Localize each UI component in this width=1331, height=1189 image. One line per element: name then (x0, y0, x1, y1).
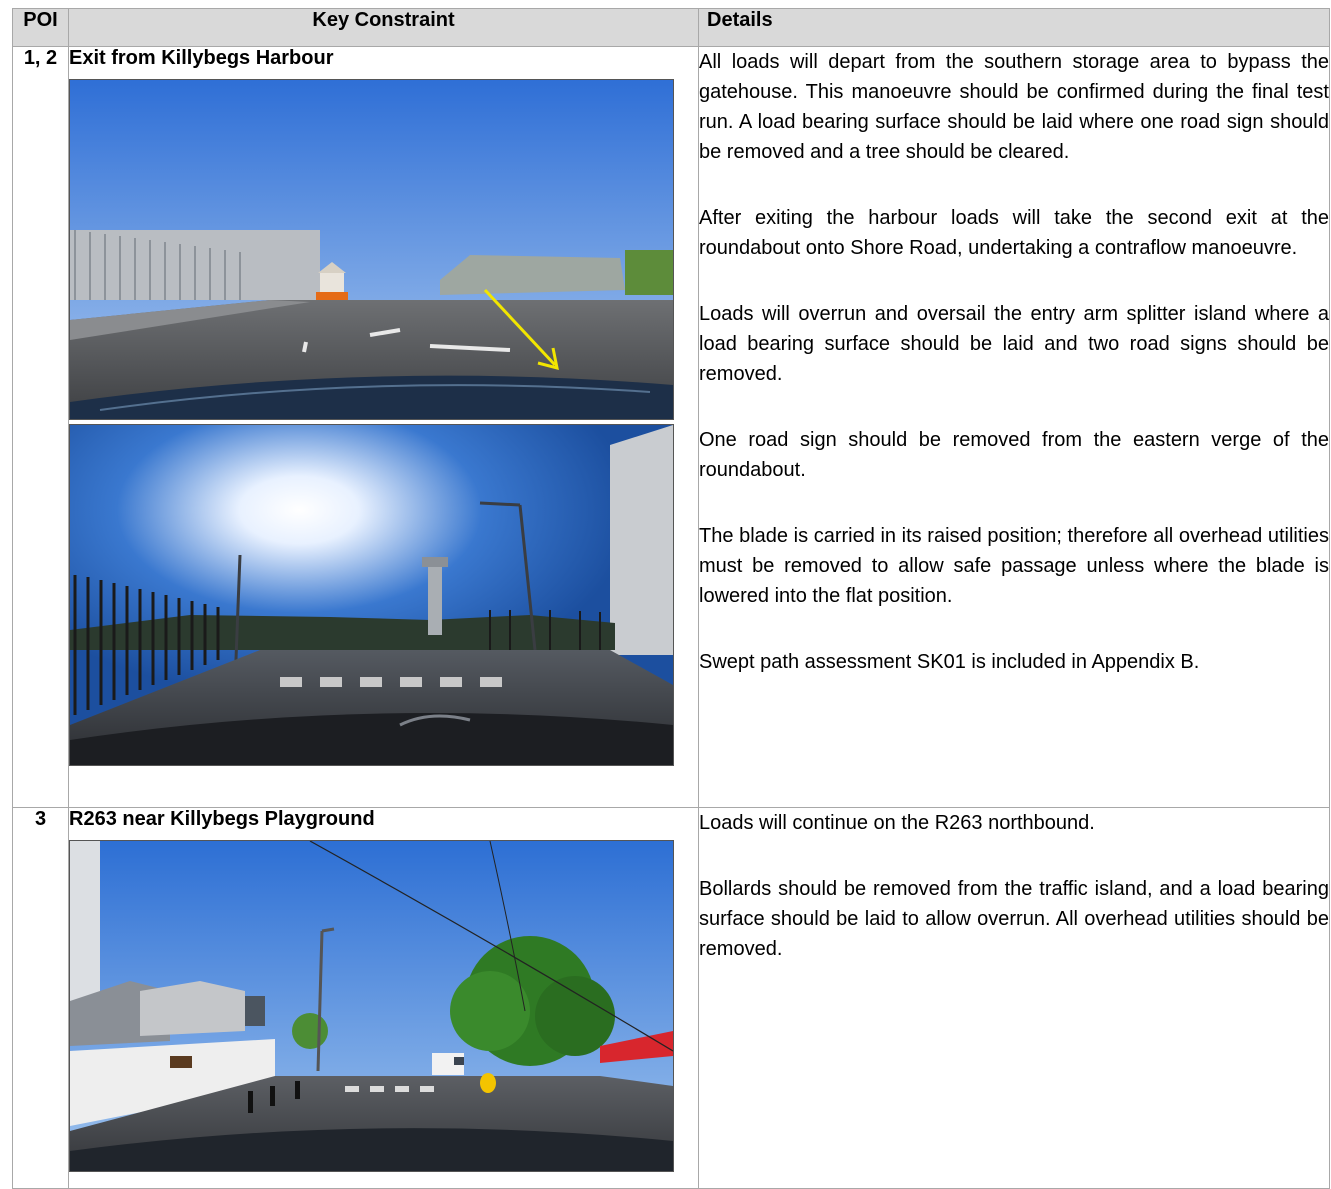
details-cell: All loads will depart from the southern … (698, 46, 1330, 808)
header-details: Details (698, 8, 1330, 47)
header-row: POI Key Constraint Details (12, 8, 1330, 47)
poi-number: 3 (12, 807, 69, 1189)
poi-number: 1, 2 (12, 46, 69, 808)
details-paragraph: The blade is carried in its raised posit… (699, 525, 1329, 607)
details-paragraph: All loads will depart from the southern … (699, 51, 1329, 163)
constraint-title: Exit from Killybegs Harbour (69, 47, 334, 69)
details-paragraph: One road sign should be removed from the… (699, 429, 1329, 481)
details-cell: Loads will continue on the R263 northbou… (698, 807, 1330, 1189)
details-paragraph: After exiting the harbour loads will tak… (699, 207, 1329, 259)
details-paragraph: Swept path assessment SK01 is included i… (699, 651, 1200, 673)
constraint-title: R263 near Killybegs Playground (69, 808, 375, 830)
key-constraint-cell: Exit from Killybegs Harbour (68, 46, 699, 808)
poi-table: POI Key Constraint Details 1, 2 Exit fro… (12, 8, 1330, 1189)
details-paragraph: Loads will continue on the R263 northbou… (699, 812, 1095, 834)
r263-playground-photo (69, 840, 674, 1172)
header-key-constraint: Key Constraint (68, 8, 699, 47)
details-paragraph: Bollards should be removed from the traf… (699, 878, 1329, 960)
details-paragraph: Loads will overrun and oversail the entr… (699, 303, 1329, 385)
harbour-exit-photo (69, 79, 674, 420)
header-poi: POI (12, 8, 69, 47)
roundabout-photo (69, 424, 674, 766)
key-constraint-cell: R263 near Killybegs Playground (68, 807, 699, 1189)
table-row: 3 R263 near Killybegs Playground Loads w… (12, 807, 1330, 1189)
table-row: 1, 2 Exit from Killybegs Harbour All loa… (12, 46, 1330, 808)
